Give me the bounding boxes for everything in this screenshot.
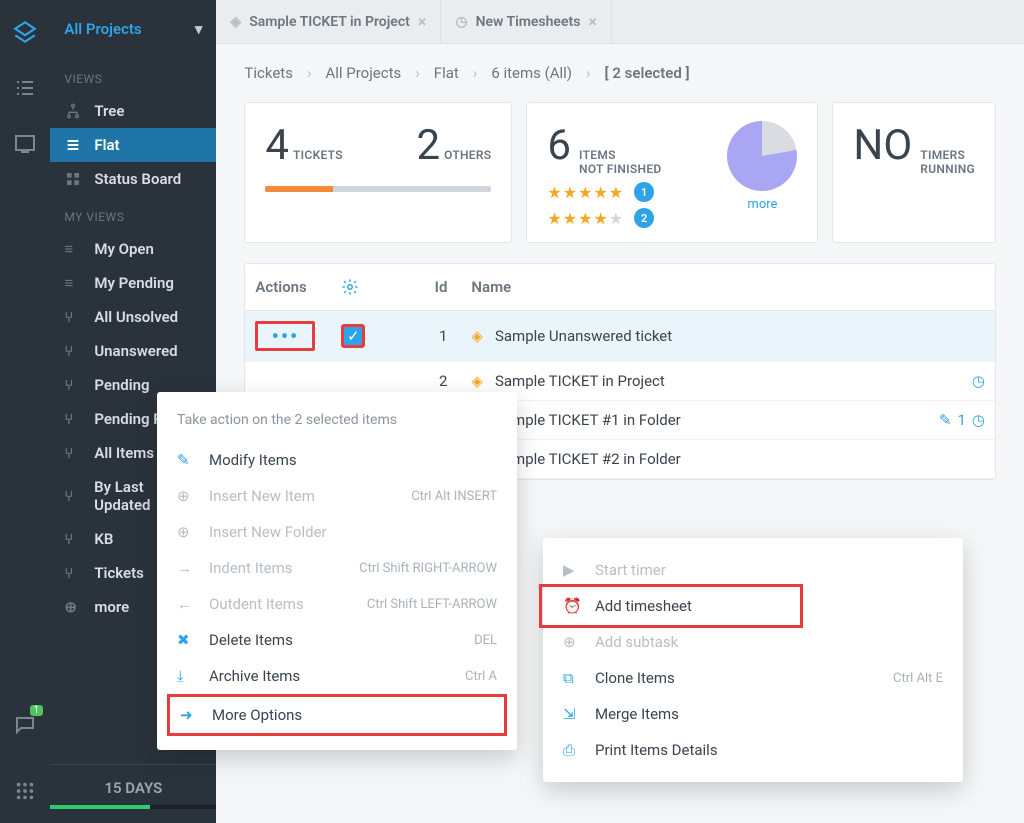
popover-hint: Take action on the 2 selected items (157, 406, 517, 442)
breadcrumb-projects[interactable]: All Projects (325, 64, 401, 82)
table-row[interactable]: ••• ✓ 1 ◈Sample Unanswered ticket (245, 311, 995, 362)
tab-new-timesheets[interactable]: ◷ New Timesheets × (441, 0, 612, 43)
card-tickets: 4 TICKETS 2 OTHERS (244, 102, 512, 243)
menu-delete[interactable]: ✖Delete ItemsDEL (157, 622, 517, 658)
sidebar-item-unanswered[interactable]: ⑂Unanswered (50, 334, 216, 368)
menu-print[interactable]: ⎙Print Items Details (543, 732, 963, 768)
play-icon: ▶ (563, 561, 583, 579)
board-icon[interactable] (11, 130, 39, 158)
clock-icon[interactable]: ◷ (972, 372, 985, 390)
th-gear[interactable] (341, 278, 391, 296)
pencil-icon: ✎ (177, 451, 197, 469)
indent-icon: → (177, 559, 197, 577)
plus-icon: ⊕ (563, 633, 583, 651)
breadcrumb-view[interactable]: Flat (434, 64, 459, 82)
folder-plus-icon: ⊕ (177, 523, 197, 541)
star-rating: ★★★★★ (547, 183, 624, 202)
breadcrumb-selected: [ 2 selected ] (605, 64, 690, 82)
th-name[interactable]: Name (471, 278, 985, 296)
archive-icon: ⤓ (177, 667, 197, 685)
ticket-icon[interactable] (11, 18, 39, 46)
sidebar-section-views: VIEWS (50, 58, 216, 94)
list-icon: ≡ (64, 240, 82, 258)
progress-bar (265, 186, 491, 192)
breadcrumb: Tickets› All Projects› Flat› 6 items (Al… (216, 44, 1024, 102)
tree-icon: ⑂ (64, 308, 82, 326)
breadcrumb-tickets[interactable]: Tickets (244, 64, 293, 82)
card-items: 6 ITEMSNOT FINISHED ★★★★★1 ★★★★★2 more (526, 102, 818, 243)
menu-indent[interactable]: →Indent ItemsCtrl Shift RIGHT-ARROW (157, 550, 517, 586)
actions-popover: Take action on the 2 selected items ✎Mod… (157, 392, 517, 750)
outdent-icon: ← (177, 595, 197, 613)
card-timers: NO TIMERSRUNNING (832, 102, 996, 243)
clock-icon: ⏰ (563, 597, 583, 615)
breadcrumb-count[interactable]: 6 items (All) (491, 64, 572, 82)
menu-outdent[interactable]: ←Outdent ItemsCtrl Shift LEFT-ARROW (157, 586, 517, 622)
more-options-popover: ▶Start timer ⏰Add timesheet ⊕Add subtask… (543, 538, 963, 782)
clock-icon[interactable]: ◷ (972, 411, 985, 429)
sidebar-item-myopen[interactable]: ≡My Open (50, 232, 216, 266)
ticket-icon: ◈ (230, 14, 241, 30)
ticket-icon: ◈ (471, 327, 483, 345)
chat-badge: 1 (30, 705, 44, 716)
menu-archive[interactable]: ⤓Archive ItemsCtrl A (157, 658, 517, 694)
delete-icon: ✖ (177, 631, 197, 649)
merge-icon: ⇲ (563, 705, 583, 723)
trial-footer: 15 DAYS (50, 764, 216, 823)
row-checkbox[interactable]: ✓ (341, 324, 365, 348)
apps-icon[interactable] (11, 777, 39, 805)
menu-start-timer[interactable]: ▶Start timer (543, 552, 963, 588)
tab-bar: ◈ Sample TICKET in Project × ◷ New Times… (216, 0, 1024, 44)
tree-icon: ⑂ (64, 444, 82, 462)
copy-icon: ⧉ (563, 669, 583, 687)
menu-merge[interactable]: ⇲Merge Items (543, 696, 963, 732)
grid-icon (64, 171, 82, 187)
sidebar-item-status-board[interactable]: Status Board (50, 162, 216, 196)
tree-icon: ⑂ (64, 487, 82, 505)
menu-modify-items[interactable]: ✎Modify Items (157, 442, 517, 478)
tree-icon: ⑂ (64, 376, 82, 394)
sidebar-title: All Projects (64, 20, 141, 38)
tree-icon: ⑂ (64, 410, 82, 428)
sidebar-item-allunsolved[interactable]: ⑂All Unsolved (50, 300, 216, 334)
left-rail: 1 (0, 0, 50, 823)
menu-add-subtask[interactable]: ⊕Add subtask (543, 624, 963, 660)
timer-icon: ◷ (455, 14, 467, 30)
close-icon[interactable]: × (418, 12, 427, 31)
tab-sample-ticket[interactable]: ◈ Sample TICKET in Project × (216, 0, 441, 43)
sidebar-item-flat[interactable]: Flat (50, 128, 216, 162)
pie-chart (727, 121, 797, 191)
tasks-icon[interactable] (11, 74, 39, 102)
summary-cards: 4 TICKETS 2 OTHERS 6 ITEMSNOT FINISHED ★… (216, 102, 1024, 263)
more-icon: ➜ (180, 706, 200, 724)
sidebar-section-myviews: MY VIEWS (50, 196, 216, 232)
more-link[interactable]: more (727, 197, 797, 212)
plus-icon: ⊕ (177, 487, 197, 505)
row-actions-button[interactable]: ••• (255, 321, 315, 351)
tree-icon (64, 103, 82, 119)
menu-add-timesheet[interactable]: ⏰Add timesheet (543, 588, 963, 624)
more-icon: ⊕ (64, 598, 82, 616)
tree-icon: ⑂ (64, 342, 82, 360)
list-icon (64, 137, 82, 153)
edit-icon[interactable]: ✎ (939, 411, 952, 429)
sidebar-item-mypending[interactable]: ≡My Pending (50, 266, 216, 300)
menu-clone[interactable]: ⧉Clone ItemsCtrl Alt E (543, 660, 963, 696)
star-rating: ★★★★★ (547, 209, 624, 228)
menu-insert-item[interactable]: ⊕Insert New ItemCtrl Alt INSERT (157, 478, 517, 514)
chevron-down-icon: ▾ (195, 20, 203, 38)
menu-more-options[interactable]: ➜More Options (167, 694, 507, 736)
tree-icon: ⑂ (64, 564, 82, 582)
th-id[interactable]: Id (391, 278, 471, 296)
menu-insert-folder[interactable]: ⊕Insert New Folder (157, 514, 517, 550)
ticket-icon: ◈ (471, 372, 483, 390)
th-actions[interactable]: Actions (255, 278, 341, 296)
print-icon: ⎙ (563, 741, 583, 759)
sidebar-project-selector[interactable]: All Projects ▾ (50, 0, 216, 58)
close-icon[interactable]: × (588, 12, 597, 31)
list-icon: ≡ (64, 274, 82, 292)
sidebar-item-tree[interactable]: Tree (50, 94, 216, 128)
tree-icon: ⑂ (64, 530, 82, 548)
